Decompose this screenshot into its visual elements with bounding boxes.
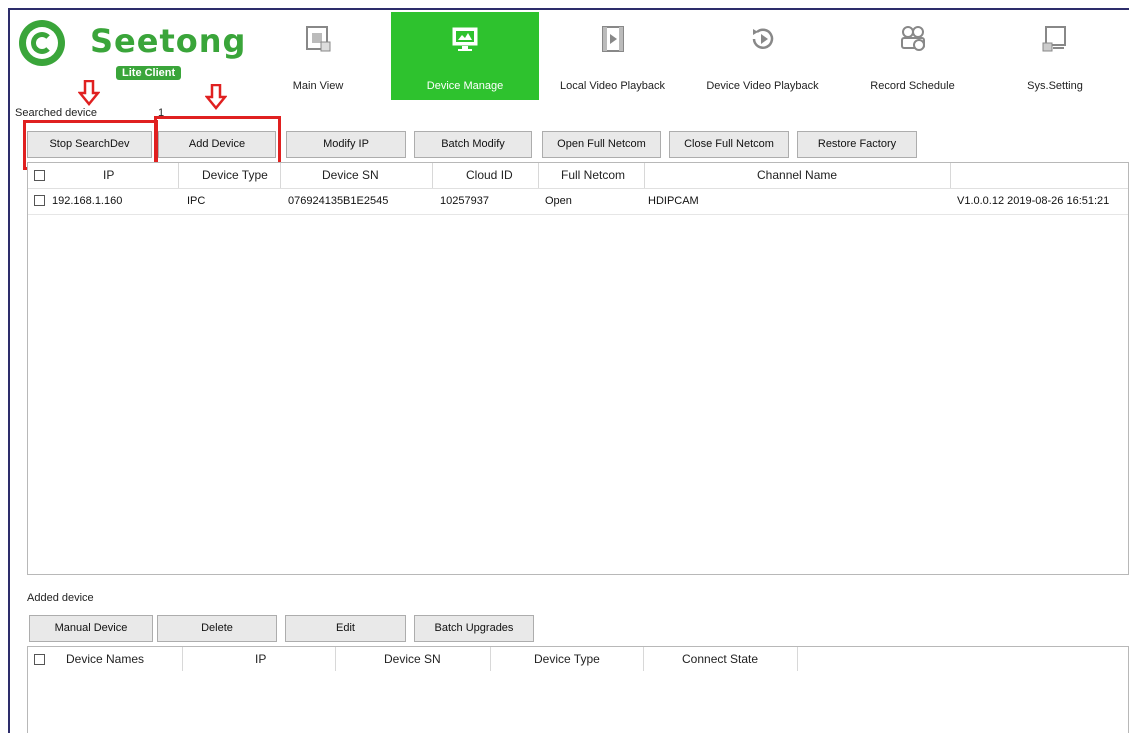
select-all-added-checkbox[interactable] [34, 654, 45, 665]
nav-main-view[interactable]: Main View [262, 12, 374, 100]
nav-label: Local Video Playback [560, 80, 665, 92]
column-header-full-netcom[interactable]: Full Netcom [561, 168, 625, 182]
settings-screen-icon [1042, 26, 1066, 52]
nav-sys-setting[interactable]: Sys.Setting [1005, 12, 1105, 100]
nav-label: Main View [292, 80, 344, 92]
nav-label: Device Video Playback [706, 80, 819, 92]
column-header-device-sn[interactable]: Device SN [384, 652, 441, 666]
film-icon [306, 26, 331, 52]
column-header-channel-name[interactable]: Channel Name [757, 168, 837, 182]
down-arrow-icon [78, 80, 100, 106]
manual-device-button[interactable]: Manual Device [29, 615, 153, 642]
open-full-netcom-button[interactable]: Open Full Netcom [542, 131, 661, 158]
column-header-device-names[interactable]: Device Names [66, 652, 144, 666]
column-header-device-sn[interactable]: Device SN [322, 168, 379, 182]
batch-upgrades-button[interactable]: Batch Upgrades [414, 615, 534, 642]
restore-factory-button[interactable]: Restore Factory [797, 131, 917, 158]
replay-icon [752, 28, 773, 49]
column-header-device-type[interactable]: Device Type [534, 652, 600, 666]
nav-local-video-playback[interactable]: Local Video Playback [550, 12, 675, 100]
column-header-device-type[interactable]: Device Type [202, 168, 268, 182]
added-device-label: Added device [27, 592, 94, 604]
cell-full-netcom: Open [545, 195, 572, 207]
nav-device-video-playback[interactable]: Device Video Playback [695, 12, 830, 100]
cell-device-sn: 076924135B1E2545 [288, 195, 389, 207]
batch-modify-button[interactable]: Batch Modify [414, 131, 532, 158]
select-all-checkbox[interactable] [34, 170, 45, 181]
brand-name: Seetong [90, 22, 247, 60]
schedule-icon [900, 26, 925, 51]
nav-label: Record Schedule [870, 80, 955, 92]
monitor-icon [452, 27, 478, 51]
modify-ip-button[interactable]: Modify IP [286, 131, 406, 158]
nav-record-schedule[interactable]: Record Schedule [855, 12, 970, 100]
lite-client-badge: Lite Client [116, 66, 182, 80]
cell-ip: 192.168.1.160 [52, 195, 123, 207]
searched-device-table [27, 162, 1129, 575]
edit-button[interactable]: Edit [285, 615, 406, 642]
close-full-netcom-button[interactable]: Close Full Netcom [669, 131, 789, 158]
seetong-logo-icon [19, 20, 65, 66]
cell-version: V1.0.0.12 2019-08-26 16:51:21 [957, 195, 1110, 207]
nav-device-manage[interactable]: Device Manage [391, 12, 539, 100]
delete-button[interactable]: Delete [157, 615, 277, 642]
column-header-connect-state[interactable]: Connect State [682, 652, 758, 666]
cell-cloud-id: 10257937 [440, 195, 489, 207]
row-checkbox[interactable] [34, 195, 45, 206]
column-header-ip[interactable]: IP [103, 168, 114, 182]
cell-channel-name: HDIPCAM [648, 195, 699, 207]
cell-device-type: IPC [187, 195, 206, 207]
nav-label: Sys.Setting [1027, 80, 1083, 92]
column-header-ip[interactable]: IP [255, 652, 266, 666]
searched-device-label: Searched device [15, 107, 97, 119]
down-arrow-icon [205, 84, 227, 110]
playback-icon [601, 26, 624, 52]
column-header-cloud-id[interactable]: Cloud ID [466, 168, 513, 182]
nav-label: Device Manage [426, 80, 504, 92]
